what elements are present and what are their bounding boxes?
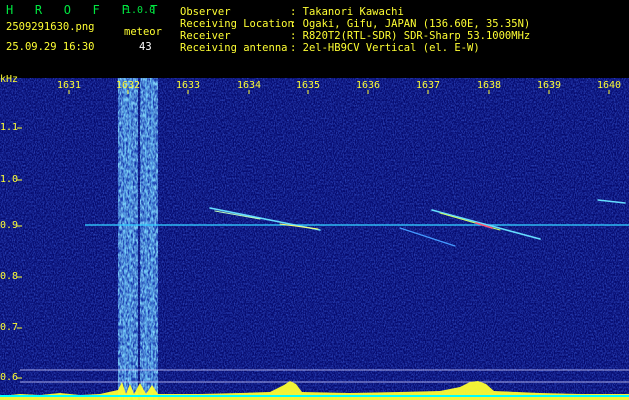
app-version: 1.0.0 <box>125 5 156 16</box>
receiver-label: Receiver <box>180 30 231 42</box>
y-tick-label: 0.7 <box>0 322 19 333</box>
y-tick-label: 0.9 <box>0 220 19 231</box>
meteor-label: meteor <box>124 26 162 38</box>
location-label: Receiving Location <box>180 18 294 30</box>
x-tick-label: 1633 <box>176 80 201 91</box>
antenna-label: Receiving antenna <box>180 42 288 54</box>
noise-texture <box>0 78 629 400</box>
y-tick-label: 0.8 <box>0 271 19 282</box>
header-panel: H R O F F T 1.0.0 2509291630.png meteor … <box>0 0 629 78</box>
x-tick-label: 1635 <box>296 80 321 91</box>
x-tick-label: 1631 <box>57 80 82 91</box>
receiver-value: : R820T2(RTL-SDR) SDR-Sharp 53.1000MHz <box>290 30 531 42</box>
file-name: 2509291630.png <box>6 21 95 33</box>
date-time: 25.09.29 16:30 <box>6 41 95 53</box>
x-tick-label: 1640 <box>597 80 622 91</box>
x-tick-label: 1632 <box>116 80 141 91</box>
y-axis-unit: kHz <box>0 74 19 85</box>
location-value: : Ogaki, Gifu, JAPAN (136.60E, 35.35N) <box>290 18 531 30</box>
x-tick-label: 1634 <box>237 80 262 91</box>
observer-label: Observer <box>180 6 231 18</box>
x-tick-label: 1637 <box>416 80 441 91</box>
y-tick-label: 1.0 <box>0 174 19 185</box>
y-tick-label: 1.1 <box>0 122 19 133</box>
y-tick-label: 0.6 <box>0 372 19 383</box>
x-tick-label: 1639 <box>537 80 562 91</box>
spectrogram <box>0 78 629 400</box>
x-tick-label: 1636 <box>356 80 381 91</box>
meteor-count: 43 <box>139 41 152 53</box>
antenna-value: : 2el-HB9CV Vertical (el. E-W) <box>290 42 480 54</box>
observer-value: : Takanori Kawachi <box>290 6 404 18</box>
interference-bands <box>118 78 158 400</box>
x-tick-label: 1638 <box>477 80 502 91</box>
